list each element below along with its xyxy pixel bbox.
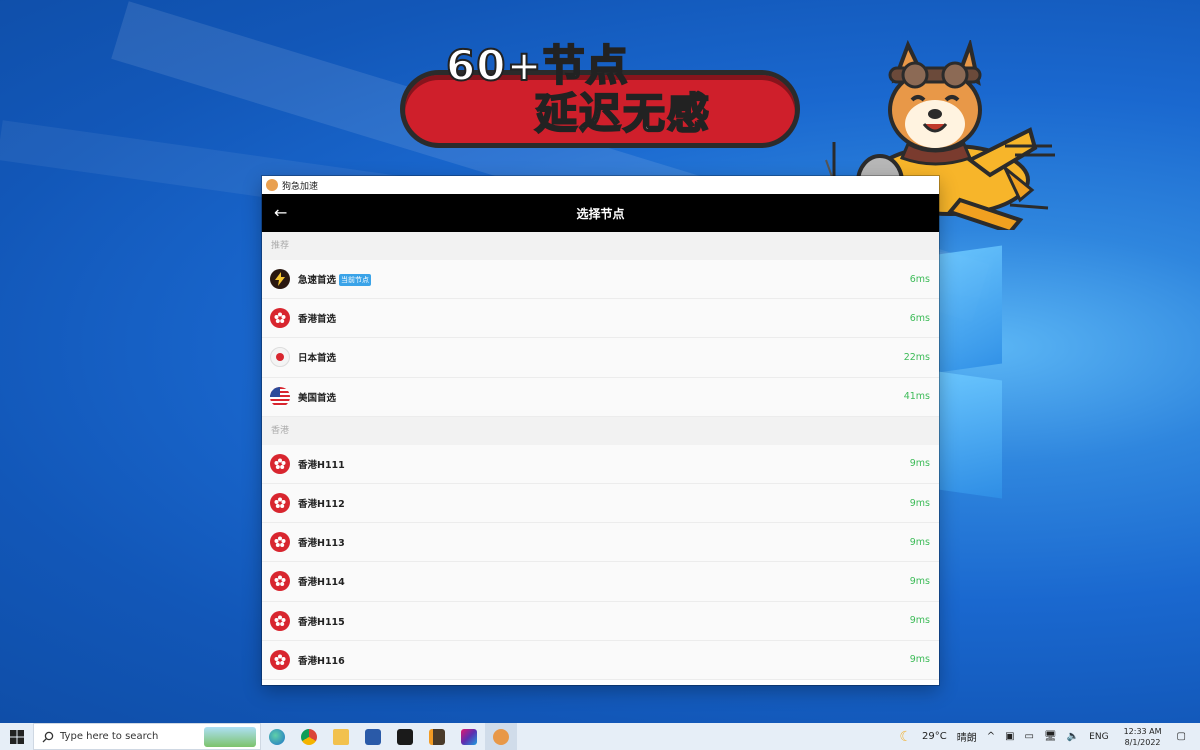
- taskbar-sublime[interactable]: [421, 723, 453, 750]
- taskbar-chrome[interactable]: [293, 723, 325, 750]
- weather-text[interactable]: 晴朗: [957, 729, 977, 744]
- node-name: 香港H116: [298, 655, 345, 667]
- node-latency: 9ms: [909, 536, 930, 548]
- node-name: 美国首选: [298, 392, 337, 404]
- node-name: 香港H114: [298, 577, 345, 589]
- node-row[interactable]: 香港H114 9ms: [262, 562, 939, 602]
- section-header-hongkong: 香港: [262, 416, 939, 445]
- hk-flag-icon: [270, 492, 290, 513]
- node-row[interactable]: 香港H116 9ms: [262, 640, 939, 680]
- node-row[interactable]: 香港H113 9ms: [262, 523, 939, 563]
- node-row[interactable]: 急速首选 当前节点 6ms: [262, 260, 939, 300]
- sublime-icon: [429, 728, 445, 745]
- windows-start-icon: [9, 729, 24, 744]
- node-name: 香港首选: [298, 314, 337, 326]
- window-title: 狗急加速: [282, 181, 319, 192]
- page-header: ← 选择节点: [262, 194, 939, 232]
- app-logo-icon: [266, 179, 278, 191]
- language-indicator[interactable]: ENG: [1089, 732, 1108, 742]
- hk-flag-icon: [270, 532, 290, 553]
- node-latency: 6ms: [909, 312, 930, 324]
- volume-icon[interactable]: 🔈: [1067, 731, 1079, 742]
- node-latency: 9ms: [909, 654, 930, 666]
- taskbar-app-dog[interactable]: [485, 723, 517, 750]
- node-latency: 6ms: [909, 273, 930, 285]
- folder-icon: [333, 728, 349, 745]
- windows-logo-wallpaper: [938, 245, 1004, 499]
- hk-flag-icon: [270, 610, 290, 631]
- intellij-icon: [461, 728, 477, 745]
- taskbar-powershell[interactable]: [357, 723, 389, 750]
- taskbar-intellij[interactable]: [453, 723, 485, 750]
- us-flag-icon: [270, 386, 290, 407]
- tray-display-icon[interactable]: ▭: [1025, 731, 1034, 742]
- node-latency: 9ms: [909, 458, 930, 470]
- search-placeholder: Type here to search: [60, 731, 159, 742]
- search-icon: [42, 731, 54, 742]
- taskbar-file-explorer[interactable]: [325, 723, 357, 750]
- notification-icon[interactable]: ▢: [1177, 731, 1186, 742]
- terminal-icon: [397, 728, 413, 745]
- taskbar-clock[interactable]: 12:33 AM 8/1/2022: [1124, 726, 1162, 748]
- search-highlight-image: [204, 727, 256, 747]
- promo-line-2: 延迟无感: [534, 88, 712, 139]
- node-latency: 9ms: [909, 497, 930, 509]
- node-latency: 22ms: [903, 351, 930, 363]
- window-titlebar[interactable]: 狗急加速: [262, 176, 939, 194]
- hk-flag-icon: [270, 649, 290, 670]
- chrome-icon: [301, 728, 317, 745]
- node-name: 日本首选: [298, 353, 337, 365]
- node-row[interactable]: 香港H112 9ms: [262, 483, 939, 524]
- node-latency: 9ms: [909, 575, 930, 587]
- node-name: 急速首选: [298, 274, 337, 286]
- current-node-badge: 当前节点: [339, 274, 372, 287]
- tray-app-icon[interactable]: ▣: [1005, 731, 1014, 742]
- node-row[interactable]: 香港H115 9ms: [262, 601, 939, 641]
- node-row[interactable]: 香港H111 9ms: [262, 444, 939, 484]
- page-title: 选择节点: [576, 207, 625, 221]
- taskbar-terminal[interactable]: [389, 723, 421, 750]
- node-name: 香港H111: [298, 459, 345, 471]
- taskbar-search-box[interactable]: Type here to search: [33, 723, 261, 750]
- node-row[interactable]: 美国首选 41ms: [262, 377, 939, 417]
- node-name: 香港H115: [298, 616, 345, 628]
- tray-chevron-icon[interactable]: ^: [987, 731, 995, 742]
- clock-time: 12:33 AM: [1123, 726, 1162, 736]
- hk-flag-icon: [270, 453, 290, 474]
- bolt-icon: [270, 269, 290, 289]
- node-name: 香港H113: [298, 538, 345, 550]
- weather-temp[interactable]: 29°C: [922, 731, 947, 742]
- start-button[interactable]: [0, 723, 33, 750]
- node-latency: 9ms: [909, 615, 930, 627]
- hk-flag-icon: [270, 571, 290, 592]
- node-latency: 41ms: [903, 391, 930, 403]
- clock-date: 8/1/2022: [1124, 737, 1161, 747]
- powershell-icon: [365, 728, 381, 745]
- hk-flag-icon: [270, 308, 290, 329]
- edge-icon: [269, 728, 285, 745]
- taskbar-edge[interactable]: [261, 723, 293, 750]
- weather-moon-icon: ☾: [899, 728, 912, 745]
- dog-app-icon: [493, 728, 509, 745]
- node-row[interactable]: 香港首选 6ms: [262, 299, 939, 339]
- app-window: 狗急加速 ← 选择节点 推荐 急速首选 当前节点 6ms 香港首选 6ms 日本首…: [262, 176, 939, 685]
- system-tray: ☾ 29°C 晴朗 ^ ▣ ▭ 🖥 🔈 ENG 12:33 AM 8/1/202…: [894, 723, 1200, 750]
- taskbar: Type here to search ☾ 29°C 晴朗 ^ ▣ ▭ 🖥 🔈 …: [0, 723, 1200, 750]
- node-name: 香港H112: [298, 499, 345, 511]
- jp-flag-icon: [270, 347, 290, 368]
- node-row[interactable]: 日本首选 22ms: [262, 338, 939, 378]
- network-icon[interactable]: 🖥: [1044, 731, 1057, 742]
- section-header-recommended: 推荐: [262, 232, 939, 260]
